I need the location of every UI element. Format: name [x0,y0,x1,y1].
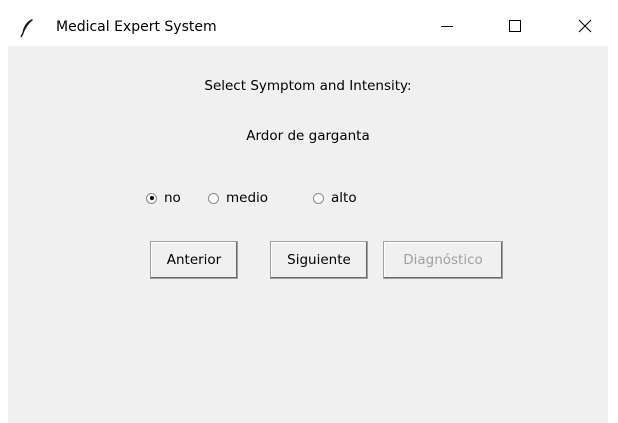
feather-icon [18,18,36,38]
radio-button[interactable] [208,192,219,204]
prompt-label: Select Symptom and Intensity: [204,78,412,94]
radio-button[interactable] [313,192,324,204]
radio-label: medio [226,190,269,206]
radio-label: alto [331,190,357,206]
radio-label: no [164,190,181,206]
window-title: Medical Expert System [56,19,217,35]
radio-dot-icon [149,196,154,200]
previous-button[interactable]: Anterior [150,241,238,279]
minimize-button[interactable] [424,8,470,46]
title-bar[interactable]: Medical Expert System [8,8,608,46]
minimize-icon [440,18,454,37]
next-button[interactable]: Siguiente [270,241,368,279]
diagnosis-button[interactable]: Diagnóstico [383,241,503,279]
radio-button-selected[interactable] [146,192,157,204]
radio-option-no[interactable]: no [146,188,181,208]
close-button[interactable] [562,8,608,46]
symptom-label: Ardor de garganta [246,128,370,144]
maximize-icon [508,18,522,37]
radio-option-medio[interactable]: medio [208,188,268,208]
maximize-button[interactable] [492,8,538,46]
close-icon [578,18,592,37]
radio-option-alto[interactable]: alto [313,188,357,208]
app-window: Medical Expert System Select Symptom and… [8,8,608,423]
